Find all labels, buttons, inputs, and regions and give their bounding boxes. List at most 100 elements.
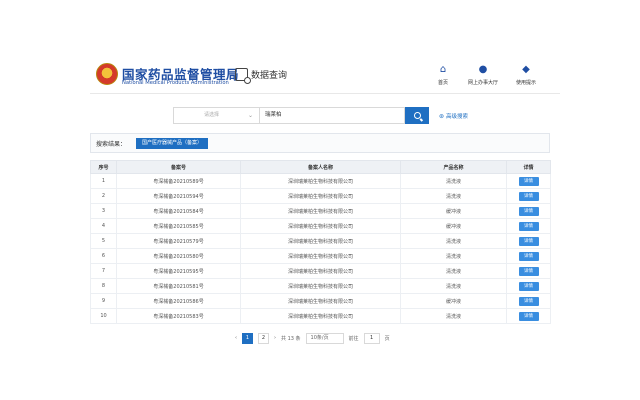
table-row: 8 粤深械备20210581号 深圳瑞莱柏生物科技有限公司 清洗液 详情 [90,278,551,294]
page-button-2[interactable]: 2 [258,332,269,344]
product-name: 清洗液 [400,173,507,189]
data-query-label: 数据查询 [251,71,288,81]
pagination: ‹ 1 2 › 共 13 条 10条/页 前往 1 页 [235,332,390,344]
applicant-name: 深圳瑞莱柏生物科技有限公司 [240,293,401,309]
column-header-record: 备案号 [116,160,241,174]
row-number: 9 [90,293,117,309]
nav-online-hall-label: 网上办事大厅 [467,80,498,86]
nav-home-label: 首页 [437,80,448,86]
table-row: 1 粤深械备20210589号 深圳瑞莱柏生物科技有限公司 清洗液 详情 [90,173,551,189]
results-table: 序号 备案号 备案人名称 产品名称 详情 1 粤深械备20210589号 深圳瑞莱柏… [90,160,551,324]
applicant-name: 深圳瑞莱柏生物科技有限公司 [240,188,401,204]
advanced-search-label: 高级搜索 [446,114,469,120]
record-number: 粤深械备20210589号 [116,173,241,189]
detail-cell: 详情 [506,188,551,204]
detail-button[interactable]: 详情 [518,236,539,246]
row-number: 5 [90,233,117,249]
search-button[interactable] [405,107,429,124]
applicant-name: 深圳瑞莱柏生物科技有限公司 [240,263,401,279]
detail-button[interactable]: 详情 [518,176,539,186]
detail-cell: 详情 [506,233,551,249]
column-header-no: 序号 [90,160,117,174]
prev-page-button[interactable]: ‹ [235,335,237,341]
detail-cell: 详情 [506,203,551,219]
row-number: 1 [90,173,117,189]
row-number: 8 [90,278,117,294]
table-row: 5 粤深械备20210579号 深圳瑞莱柏生物科技有限公司 清洗液 详情 [90,233,551,249]
applicant-name: 深圳瑞莱柏生物科技有限公司 [240,308,401,324]
user-icon: ● [478,64,488,75]
page-size-select[interactable]: 10条/页 [305,332,344,344]
detail-button[interactable]: 详情 [518,221,539,231]
detail-button[interactable]: 详情 [518,206,539,216]
applicant-name: 深圳瑞莱柏生物科技有限公司 [240,218,401,234]
category-select[interactable]: 请选择 ⌄ [173,107,259,124]
category-select-placeholder: 请选择 [204,112,220,118]
row-number: 6 [90,248,117,264]
product-name: 缓冲液 [400,293,507,309]
detail-cell: 详情 [506,308,551,324]
record-number: 粤深械备20210586号 [116,293,241,309]
advanced-search-icon: ⊛ [439,112,445,120]
home-icon: ⌂ [439,64,447,75]
page-unit-label: 页 [384,335,390,342]
tips-icon: ◆ [522,64,530,75]
goto-page-input[interactable]: 1 [363,332,380,344]
record-number: 粤深械备20210580号 [116,248,241,264]
table-row: 9 粤深械备20210586号 深圳瑞莱柏生物科技有限公司 缓冲液 详情 [90,293,551,309]
chevron-down-icon: ⌄ [247,112,253,119]
detail-button[interactable]: 详情 [518,311,539,321]
product-name: 缓冲液 [400,203,507,219]
column-header-product: 产品名称 [400,160,507,174]
results-bar: 搜索结果： 国产医疗器械产品（备案） [90,133,550,153]
row-number: 7 [90,263,117,279]
applicant-name: 深圳瑞莱柏生物科技有限公司 [240,233,401,249]
results-category-tab[interactable]: 国产医疗器械产品（备案） [136,138,209,149]
detail-button[interactable]: 详情 [518,251,539,261]
product-name: 清洗液 [400,308,507,324]
search-bar: 请选择 ⌄ 瑞莱柏 [173,107,429,124]
table-row: 6 粤深械备20210580号 深圳瑞莱柏生物科技有限公司 清洗液 详情 [90,248,551,264]
table-row: 3 粤深械备20210584号 深圳瑞莱柏生物科技有限公司 缓冲液 详情 [90,203,551,219]
record-number: 粤深械备20210594号 [116,188,241,204]
nav-online-hall[interactable]: ● 网上办事大厅 [459,64,507,86]
nav-usage-tips[interactable]: ◆ 使用提示 [502,64,550,86]
detail-button[interactable]: 详情 [518,191,539,201]
table-header-row: 序号 备案号 备案人名称 产品名称 详情 [90,160,551,174]
search-input[interactable]: 瑞莱柏 [259,107,405,124]
row-number: 4 [90,218,117,234]
results-label: 搜索结果： [96,141,127,148]
table-row: 2 粤深械备20210594号 深圳瑞莱柏生物科技有限公司 清洗液 详情 [90,188,551,204]
product-name: 清洗液 [400,263,507,279]
detail-cell: 详情 [506,293,551,309]
product-name: 清洗液 [400,188,507,204]
applicant-name: 深圳瑞莱柏生物科技有限公司 [240,203,401,219]
record-number: 粤深械备20210581号 [116,278,241,294]
goto-label: 前往 [348,335,359,342]
record-number: 粤深械备20210579号 [116,233,241,249]
advanced-search-link[interactable]: ⊛ 高级搜索 [439,112,469,121]
applicant-name: 深圳瑞莱柏生物科技有限公司 [240,248,401,264]
page-button-1[interactable]: 1 [242,332,253,344]
header-divider [90,93,560,94]
table-row: 7 粤深械备20210595号 深圳瑞莱柏生物科技有限公司 清洗液 详情 [90,263,551,279]
detail-button[interactable]: 详情 [518,266,539,276]
detail-cell: 详情 [506,278,551,294]
record-number: 粤深械备20210585号 [116,218,241,234]
column-header-detail: 详情 [506,160,551,174]
row-number: 2 [90,188,117,204]
brand-title-en: National Medical Products Administration [122,80,229,86]
record-number: 粤深械备20210584号 [116,203,241,219]
next-page-button[interactable]: › [274,335,276,341]
detail-button[interactable]: 详情 [518,281,539,291]
table-row: 10 粤深械备20210583号 深圳瑞莱柏生物科技有限公司 清洗液 详情 [90,308,551,324]
search-icon [413,112,421,119]
detail-button[interactable]: 详情 [518,296,539,306]
detail-cell: 详情 [506,248,551,264]
product-name: 清洗液 [400,278,507,294]
total-count: 共 13 条 [281,335,301,342]
record-number: 粤深械备20210595号 [116,263,241,279]
detail-cell: 详情 [506,263,551,279]
national-emblem-icon [96,63,118,85]
column-header-applicant: 备案人名称 [240,160,401,174]
